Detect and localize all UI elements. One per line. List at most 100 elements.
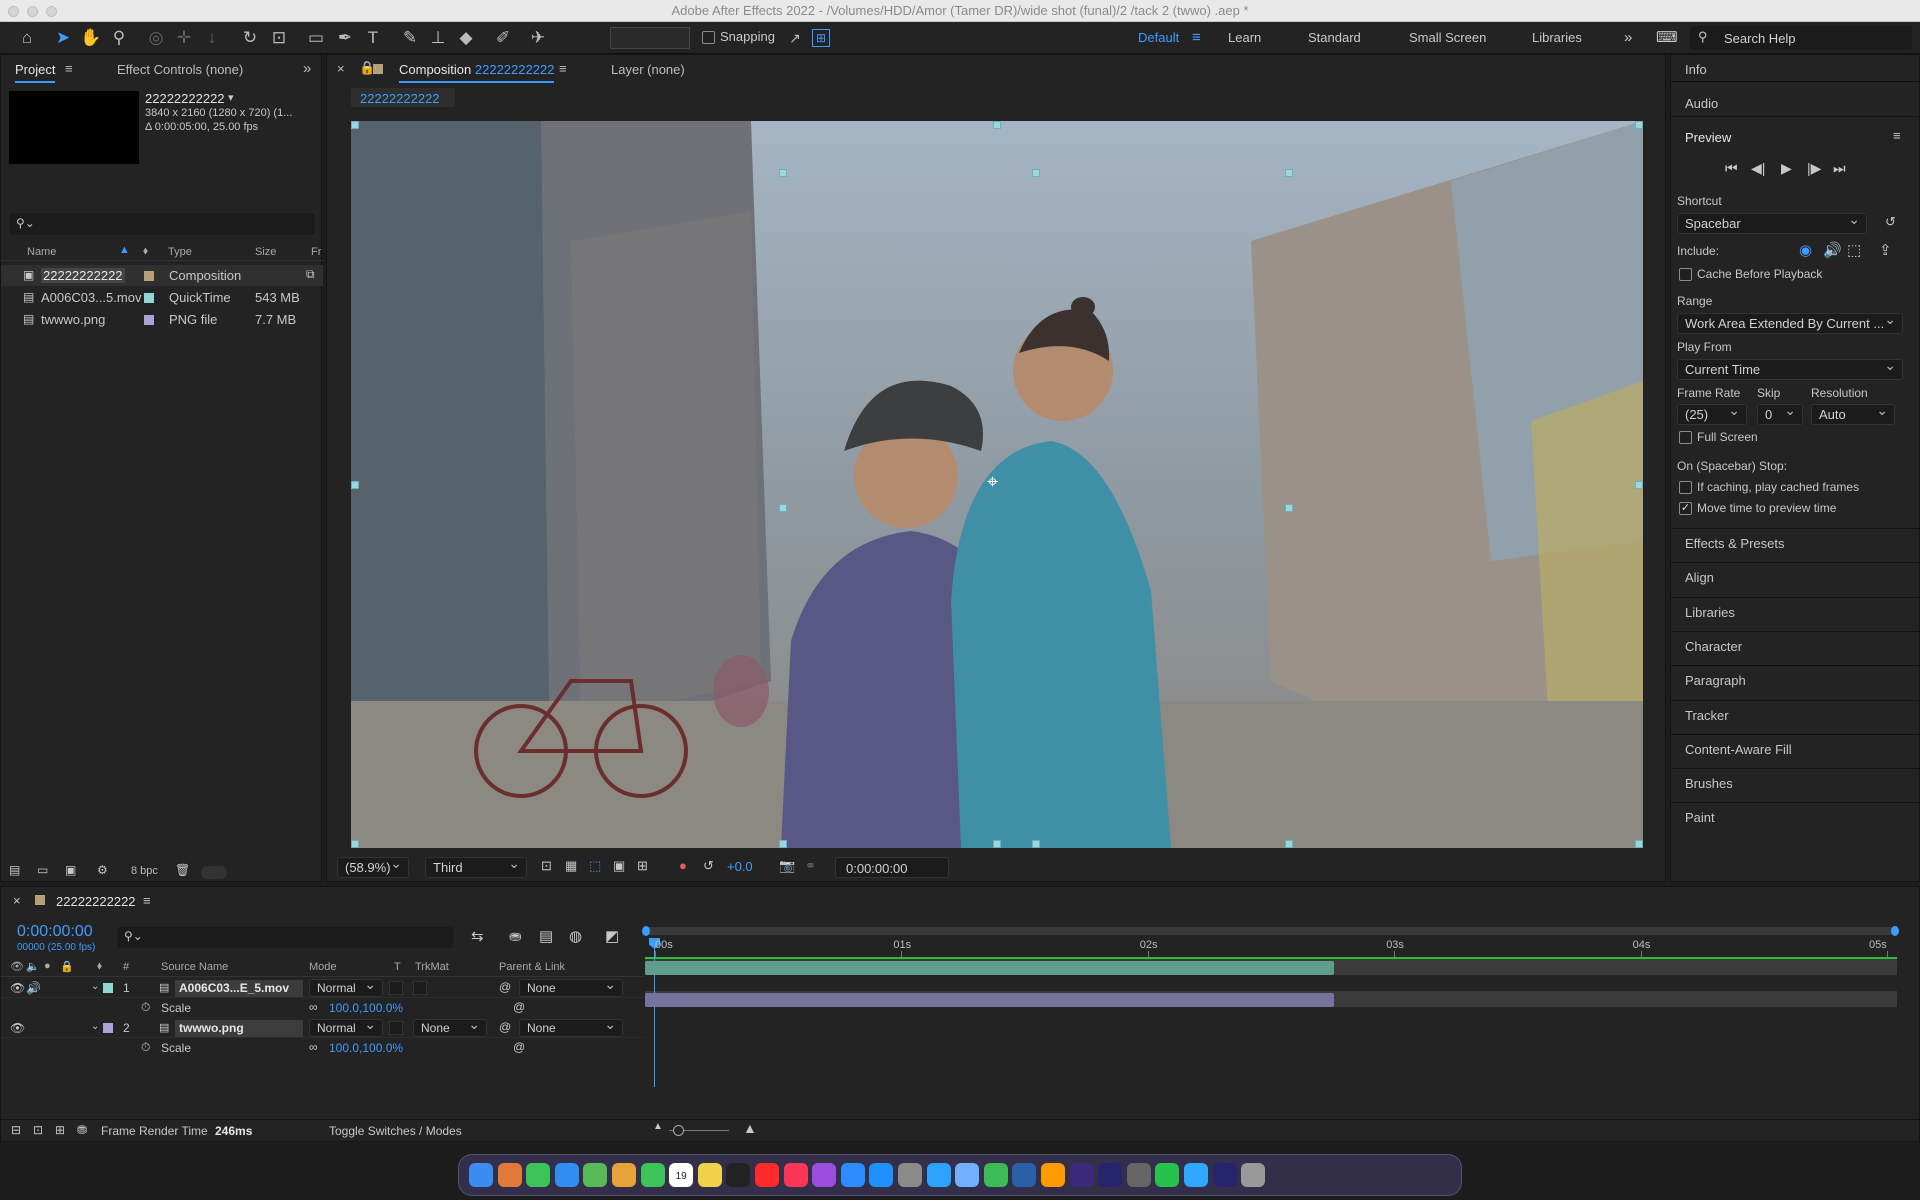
zoom-in-icon[interactable]: ▲ [743,1120,757,1136]
selection-tool-icon[interactable]: ➤ [52,27,74,49]
new-folder-icon[interactable]: ▭ [37,863,48,877]
layer-duration-bar[interactable] [645,993,1334,1007]
layer-switches-icon[interactable]: ⊟ [11,1123,21,1137]
zoom-out-icon[interactable]: ▲ [653,1121,663,1132]
play-from-dropdown[interactable]: Current Time [1677,359,1903,380]
breadcrumb[interactable]: 22222222222 [351,88,455,107]
property-value[interactable]: 100.0,100.0% [329,1041,403,1055]
reset-icon[interactable]: ↺ [1885,214,1896,230]
close-timeline-icon[interactable]: × [13,893,21,908]
orbit-camera-icon[interactable]: ◎ [145,27,167,49]
workspace-default[interactable]: Default [1138,22,1179,54]
render-time-icon[interactable]: ⛃ [77,1123,87,1137]
project-item[interactable]: ▤ A006C03...5.mov QuickTime 543 MB [1,287,323,308]
snap-edge-icon[interactable]: ⊞ [812,29,830,47]
exposure-value[interactable]: +0.0 [727,859,753,874]
edit-workspace-icon[interactable]: ⌨ [1656,22,1678,54]
transform-handle[interactable] [1635,481,1643,489]
settings-icon[interactable] [898,1163,922,1187]
anchor-point-tool-icon[interactable]: ⊡ [268,27,290,49]
preview-icon[interactable] [955,1163,980,1187]
puppet-tool-icon[interactable]: ✈ [527,27,549,49]
project-menu-icon[interactable]: ≡ [65,61,73,76]
pen-tool-icon[interactable]: ✒ [334,27,356,49]
layer-mode-dropdown[interactable]: Normal [309,1019,383,1037]
pan-camera-icon[interactable]: ✛ [173,27,195,49]
info-panel-tab[interactable]: Info [1685,62,1707,77]
layer-name[interactable]: A006C03...E_5.mov [179,981,289,995]
comp-menu-icon[interactable]: ≡ [559,61,567,76]
column-parent[interactable]: Parent & Link [499,961,565,973]
zoom-icon[interactable] [840,1163,865,1187]
3d-axis-group[interactable] [610,27,690,49]
panel-tab-character[interactable]: Character [1685,639,1742,654]
include-video-icon[interactable]: ◉ [1799,241,1812,259]
project-item-label[interactable] [144,293,154,303]
snapshot-icon[interactable]: 📷 [779,858,795,874]
layer-row[interactable]: 👁 ⌄ 2 ▤ twwwo.png Normal None @ None ⏱ S… [1,1019,643,1059]
whatsapp-icon[interactable] [1155,1163,1180,1187]
parent-dropdown[interactable]: None [519,1019,623,1037]
new-comp-icon[interactable]: ▣ [65,863,76,877]
column-fr[interactable]: Fr [311,246,321,258]
panel-tab-tracker[interactable]: Tracker [1685,708,1729,723]
column-size[interactable]: Size [255,246,276,258]
project-item-label[interactable] [144,271,154,281]
eraser-tool-icon[interactable]: ◆ [455,27,477,49]
mail-icon[interactable] [554,1163,579,1187]
full-screen-checkbox[interactable] [1679,431,1692,444]
next-frame-icon[interactable]: |▶ [1807,160,1821,177]
tab-layer[interactable]: Layer (none) [611,62,685,77]
column-type[interactable]: Type [168,246,192,258]
finder-icon[interactable] [469,1163,493,1187]
transform-handle[interactable] [1032,840,1040,848]
label-tag-icon[interactable]: ⬧ [97,960,102,973]
layer-label-color[interactable] [103,1023,113,1033]
chevron-down-icon[interactable]: ▾ [228,91,234,104]
trash-icon[interactable] [1241,1163,1266,1187]
timeline-graph-area[interactable]: 00s 01s 02s 03s 04s 05s [642,926,1899,1087]
media-encoder-icon[interactable] [1069,1163,1094,1187]
timeline-timecode[interactable]: 0:00:00:00 [17,923,93,941]
snapping-checkbox[interactable] [702,31,715,44]
current-time-field[interactable]: 0:00:00:00 [835,857,949,878]
last-frame-icon[interactable]: ⏭ [1833,160,1846,177]
column-trkmat[interactable]: TrkMat [415,961,449,973]
transform-handle[interactable] [1285,169,1293,177]
transform-handle[interactable] [1635,121,1643,129]
move-time-checkbox[interactable]: ✓ [1679,502,1692,515]
audio-icon[interactable]: 🔊 [26,981,41,995]
tv-icon[interactable] [726,1163,751,1187]
fast-previews-icon[interactable]: ⊡ [541,858,552,874]
notes-icon[interactable] [697,1163,722,1187]
transform-handle[interactable] [993,121,1001,129]
mask-visibility-icon[interactable]: ▣ [613,858,625,874]
sort-ascending-icon[interactable]: ▲ [119,244,130,256]
transform-handle[interactable] [351,121,359,129]
transform-handle[interactable] [1285,504,1293,512]
composition-flowchart-icon[interactable]: ⇆ [471,927,484,945]
transform-handle[interactable] [779,840,787,848]
show-snapshot-icon[interactable]: ⚭ [805,858,816,874]
color-channels-icon[interactable]: ● [679,858,687,873]
reset-exposure-icon[interactable]: ↺ [703,858,714,874]
after-effects-icon[interactable] [1098,1163,1123,1187]
search-help-field[interactable]: ⚲ Search Help [1690,26,1912,50]
cache-before-playback-checkbox[interactable] [1679,268,1692,281]
tab-project[interactable]: Project [15,62,56,83]
project-settings-icon[interactable]: ⚙ [97,863,108,877]
export-icon[interactable]: ⇪ [1879,241,1892,259]
if-caching-checkbox[interactable] [1679,481,1692,494]
range-dropdown[interactable]: Work Area Extended By Current ... [1677,313,1903,334]
layer-duration-bar[interactable] [645,961,1334,975]
parent-dropdown[interactable]: None [519,979,623,997]
timeline-zoom-thumb[interactable] [673,1125,684,1136]
stopwatch-icon[interactable]: ⏱ [141,1000,150,1015]
visibility-icon[interactable]: 👁 [10,981,25,995]
transform-handle[interactable] [1635,840,1643,848]
workspace-menu-icon[interactable]: ≡ [1192,22,1201,54]
layer-row[interactable]: 👁 🔊 ⌄ 1 ▤ A006C03...E_5.mov Normal @ Non… [1,979,643,1019]
clone-stamp-tool-icon[interactable]: ⊥ [427,27,449,49]
twirl-down-icon[interactable]: ⌄ [91,981,99,992]
pick-whip-icon[interactable]: @ [499,1020,511,1034]
